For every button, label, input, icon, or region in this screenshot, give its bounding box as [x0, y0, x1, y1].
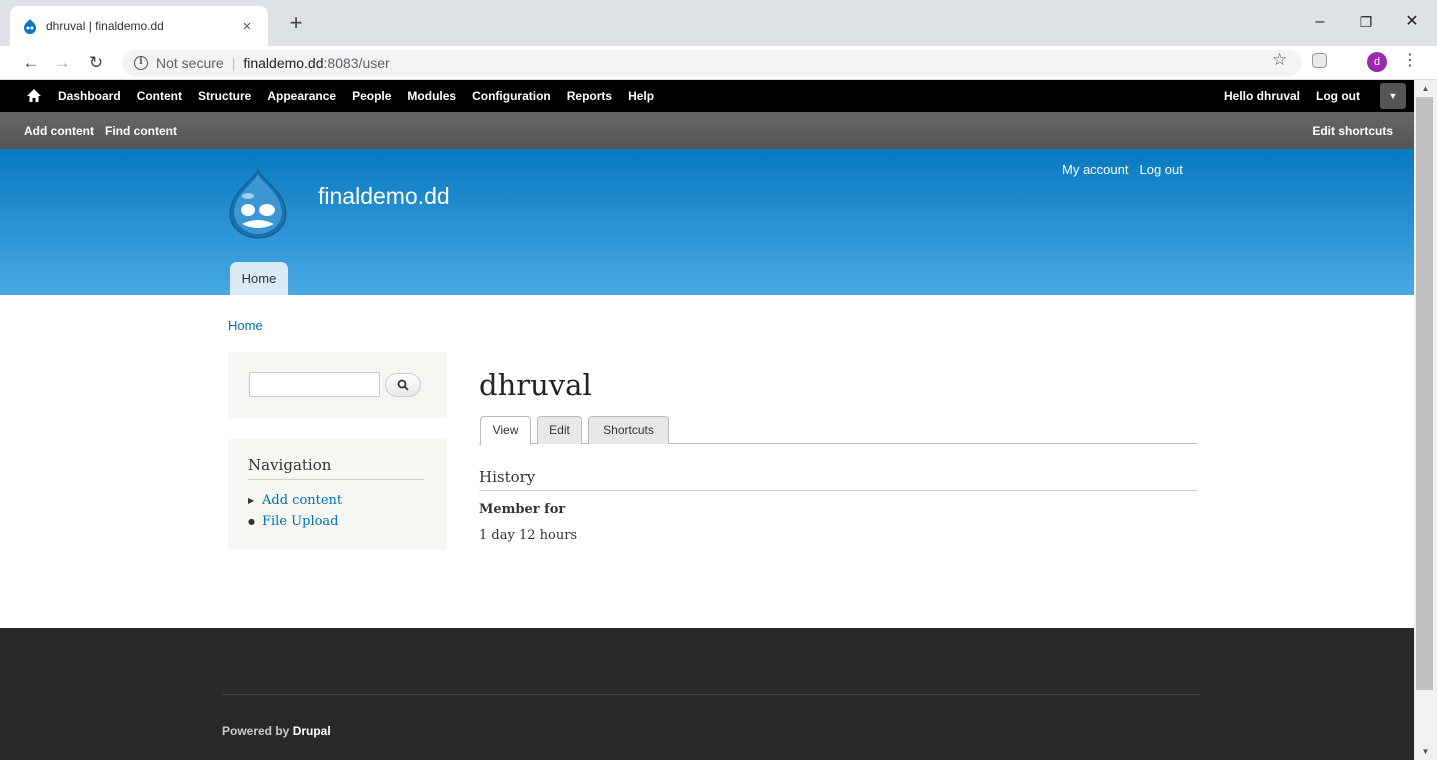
new-tab-button[interactable]: +: [284, 11, 308, 35]
search-input[interactable]: [249, 372, 380, 397]
powered-by: Powered by Drupal: [222, 724, 331, 738]
window-close-button[interactable]: ✕: [1389, 8, 1435, 36]
back-arrow-icon[interactable]: ←: [18, 50, 44, 76]
browser-tab[interactable]: dhruval | finaldemo.dd ×: [10, 6, 268, 46]
tab-view[interactable]: View: [480, 416, 531, 445]
tab-shortcuts[interactable]: Shortcuts: [588, 416, 669, 444]
search-icon: [397, 379, 409, 391]
window-minimize-button[interactable]: –: [1297, 8, 1343, 36]
drupal-link[interactable]: Drupal: [293, 724, 331, 738]
drupal-logo-icon[interactable]: [226, 168, 290, 240]
member-for-value: 1 day 12 hours: [479, 528, 578, 543]
url-separator: |: [231, 55, 236, 71]
address-bar[interactable]: i Not secure | finaldemo.dd:8083/user: [122, 50, 1302, 76]
bullet-icon: ●: [248, 517, 255, 526]
toolbar-item-configuration[interactable]: Configuration: [464, 89, 559, 103]
header-logout-link[interactable]: Log out: [1139, 162, 1182, 177]
my-account-link[interactable]: My account: [1062, 162, 1128, 177]
toolbar-username: dhruval: [1256, 89, 1301, 103]
star-icon[interactable]: ☆: [1272, 50, 1287, 70]
collapsed-arrow-icon: ▶: [248, 496, 255, 505]
nav-link-label[interactable]: Add content: [262, 493, 342, 508]
toolbar-user-area: Hello dhruval Log out ▼: [1216, 83, 1414, 109]
shortcuts-bar: Add content Find content Edit shortcuts: [0, 112, 1414, 149]
toolbar-item-appearance[interactable]: Appearance: [259, 89, 344, 103]
toolbar-greeting[interactable]: Hello dhruval: [1216, 89, 1308, 103]
toolbar-item-people[interactable]: People: [344, 89, 399, 103]
admin-toolbar: Dashboard Content Structure Appearance P…: [0, 80, 1414, 112]
shortcut-add-content[interactable]: Add content: [24, 124, 94, 138]
main-menu-home-tab[interactable]: Home: [230, 262, 288, 295]
toolbar-item-reports[interactable]: Reports: [559, 89, 620, 103]
toolbar-item-dashboard[interactable]: Dashboard: [50, 89, 129, 103]
powered-prefix: Powered by: [222, 724, 293, 738]
primary-tabs: [479, 415, 1197, 444]
shortcut-find-content[interactable]: Find content: [105, 124, 177, 138]
history-heading: History: [479, 468, 1197, 491]
navigation-title: Navigation: [248, 456, 424, 480]
site-name[interactable]: finaldemo.dd: [318, 183, 450, 210]
info-icon[interactable]: i: [134, 56, 148, 70]
page-title: dhruval: [479, 368, 592, 402]
scroll-down-icon[interactable]: ▼: [1414, 743, 1437, 760]
toolbar-logout-link[interactable]: Log out: [1308, 89, 1368, 103]
search-button[interactable]: [385, 373, 421, 397]
browser-tab-title: dhruval | finaldemo.dd: [46, 19, 164, 33]
toolbar-toggle-icon[interactable]: ▼: [1380, 83, 1406, 109]
nav-link-file-upload[interactable]: ● File Upload: [248, 514, 339, 529]
drupal-favicon-icon: [24, 19, 36, 34]
kebab-menu-icon[interactable]: ⋮: [1402, 50, 1418, 70]
home-icon[interactable]: [24, 86, 44, 106]
url-path: :8083/user: [323, 55, 390, 71]
greeting-prefix: Hello: [1224, 89, 1257, 103]
tab-close-icon[interactable]: ×: [238, 18, 256, 35]
extension-icon[interactable]: [1312, 53, 1327, 68]
edit-shortcuts-link[interactable]: Edit shortcuts: [1312, 124, 1393, 138]
tab-edit[interactable]: Edit: [537, 416, 582, 444]
toolbar-item-structure[interactable]: Structure: [190, 89, 259, 103]
secondary-menu: My account Log out: [1062, 162, 1183, 177]
scroll-up-icon[interactable]: ▲: [1414, 80, 1437, 97]
footer-divider: [222, 694, 1200, 695]
site-header: [0, 149, 1414, 295]
reload-icon[interactable]: ↻: [83, 50, 109, 76]
nav-link-label[interactable]: File Upload: [262, 514, 339, 529]
window-restore-button[interactable]: ❐: [1343, 8, 1389, 36]
security-label: Not secure: [156, 55, 224, 71]
url-host: finaldemo.dd: [243, 55, 324, 71]
profile-avatar[interactable]: d: [1367, 52, 1387, 72]
forward-arrow-icon[interactable]: →: [49, 50, 75, 76]
toolbar-item-help[interactable]: Help: [620, 89, 662, 103]
breadcrumb[interactable]: Home: [228, 318, 263, 333]
member-for-label: Member for: [479, 502, 566, 517]
toolbar-item-modules[interactable]: Modules: [399, 89, 464, 103]
nav-link-add-content[interactable]: ▶ Add content: [248, 493, 342, 508]
scrollbar-thumb[interactable]: [1416, 97, 1433, 690]
toolbar-item-content[interactable]: Content: [129, 89, 190, 103]
